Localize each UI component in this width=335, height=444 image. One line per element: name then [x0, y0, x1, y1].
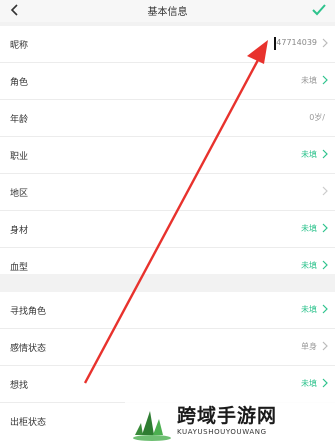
watermark-subtitle: KUAYUSHOUYOUWANG: [177, 428, 267, 436]
red-arrow-annotation: [83, 40, 268, 384]
watermark-title: 跨域手游网: [177, 405, 278, 427]
profile-edit-screen: 基本信息 昵称 47714039 角色 未填 年龄 0岁/ 职业 未填 地区 身…: [0, 0, 335, 444]
watermark-logo-icon: [133, 411, 171, 441]
watermark: 跨域手游网 KUAYUSHOUYOUWANG: [125, 398, 335, 444]
